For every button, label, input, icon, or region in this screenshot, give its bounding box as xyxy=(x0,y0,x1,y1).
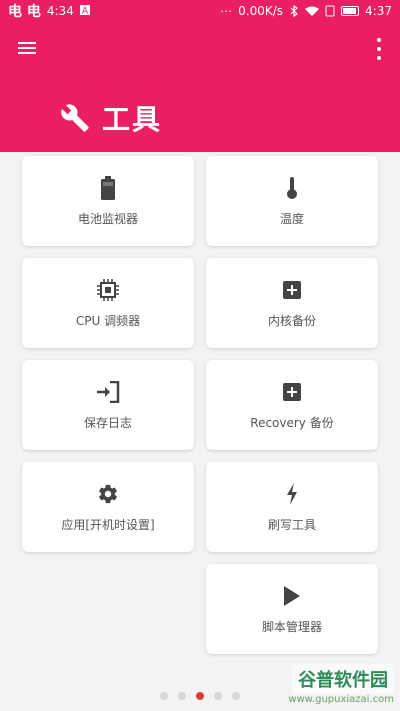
card-label: 内核备份 xyxy=(267,313,316,328)
thermometer-icon xyxy=(280,176,304,200)
apply-on-boot-card[interactable]: 应用[开机时设置] xyxy=(22,462,194,552)
card-label: 应用[开机时设置] xyxy=(61,517,155,532)
card-label: Recovery 备份 xyxy=(250,415,334,430)
kernel-backup-card[interactable]: 内核备份 xyxy=(206,258,378,348)
temperature-card[interactable]: 温度 xyxy=(206,156,378,246)
battery-icon xyxy=(96,175,120,200)
page-dot[interactable] xyxy=(214,692,222,700)
play-icon xyxy=(280,584,304,608)
login-icon xyxy=(96,380,120,404)
page-dot[interactable] xyxy=(178,692,186,700)
plus-box-icon xyxy=(280,380,304,404)
recovery-backup-card[interactable]: Recovery 备份 xyxy=(206,360,378,450)
page-dot[interactable] xyxy=(232,692,240,700)
tools-grid: 电池监视器 温度 CPU 调频器 内核备份 保存日志 Recovery 备份 应… xyxy=(0,0,400,711)
card-label: 保存日志 xyxy=(83,415,132,430)
flash-tools-card[interactable]: 刷写工具 xyxy=(206,462,378,552)
plus-box-icon xyxy=(280,278,304,302)
page-dot[interactable] xyxy=(160,692,168,700)
save-log-card[interactable]: 保存日志 xyxy=(22,360,194,450)
gear-icon xyxy=(96,482,120,506)
page-indicator xyxy=(0,692,400,700)
card-label: 脚本管理器 xyxy=(261,619,322,634)
battery-monitor-card[interactable]: 电池监视器 xyxy=(22,156,194,246)
card-label: 电池监视器 xyxy=(77,211,138,226)
flash-icon xyxy=(280,482,304,506)
cpu-icon xyxy=(96,278,120,302)
cpu-governor-card[interactable]: CPU 调频器 xyxy=(22,258,194,348)
script-manager-card[interactable]: 脚本管理器 xyxy=(206,564,378,654)
card-label: 刷写工具 xyxy=(267,517,316,532)
card-label: CPU 调频器 xyxy=(75,313,141,328)
card-label: 温度 xyxy=(279,211,304,226)
page-dot-active[interactable] xyxy=(196,692,204,700)
